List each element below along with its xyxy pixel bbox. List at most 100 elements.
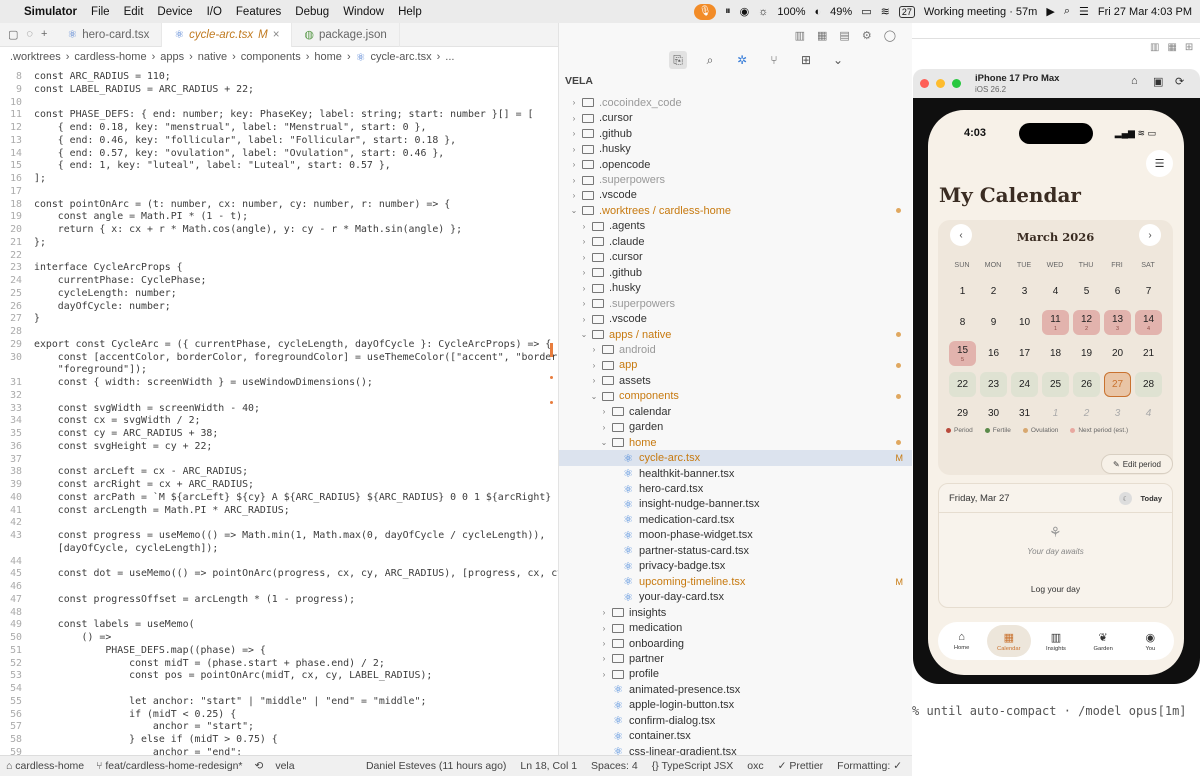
explorer-root[interactable]: VELA (565, 75, 593, 87)
tree-folder[interactable]: ⌄ components (559, 389, 913, 405)
split-icon[interactable]: ▥ (1150, 42, 1159, 53)
crumb[interactable]: .worktrees (10, 51, 61, 63)
chevron-right-icon[interactable]: › (579, 284, 589, 293)
code-line[interactable]: 47 const progressOffset = arcLength * (1… (0, 593, 355, 606)
new-tab-icon[interactable]: + (41, 28, 47, 41)
calendar-day[interactable]: 3 (1011, 279, 1038, 304)
code-line[interactable]: 33 const svgWidth = screenWidth - 40; (0, 402, 260, 415)
chevron-down-icon[interactable]: ⌄ (579, 330, 589, 339)
tree-folder[interactable]: › medication (559, 620, 913, 636)
files-icon[interactable]: ⎘ (669, 51, 687, 69)
chevron-down-icon[interactable]: ⌄ (599, 438, 609, 447)
chevron-right-icon[interactable]: › (569, 114, 579, 123)
tree-file[interactable]: ⚛ animated-presence.tsx (559, 682, 913, 698)
code-line[interactable]: [dayOfCycle, cycleLength]); (0, 542, 219, 555)
menu-window[interactable]: Window (343, 6, 384, 18)
calendar-day[interactable]: 15 5 (949, 341, 976, 366)
chevron-right-icon[interactable]: › (569, 191, 579, 200)
grid-icon[interactable]: ⊞ (1185, 42, 1193, 53)
calendar-day[interactable]: 13 3 (1104, 310, 1131, 335)
battery-percent[interactable]: 100% (777, 6, 805, 18)
repo-status[interactable]: vela (275, 760, 294, 772)
code-line[interactable]: "foreground"]); (0, 363, 147, 376)
tree-folder[interactable]: › .husky (559, 280, 913, 296)
code-line[interactable]: 48 (0, 606, 34, 619)
tree-folder[interactable]: › android (559, 342, 913, 358)
oxc-status[interactable]: oxc (747, 760, 763, 772)
calendar-day[interactable]: 2 (1073, 401, 1100, 426)
code-line[interactable]: 50 () => (0, 631, 111, 644)
panel-icon[interactable]: ▦ (1167, 42, 1176, 53)
code-line[interactable]: 29 export const CycleArc = ({ currentPhas… (0, 338, 551, 351)
indent-status[interactable]: Spaces: 4 (591, 760, 638, 772)
calendar-day[interactable]: 16 (980, 341, 1007, 366)
menu-edit[interactable]: Edit (124, 6, 144, 18)
calendar-day[interactable]: 12 2 (1073, 310, 1100, 335)
code-line[interactable]: 12 { end: 0.18, key: "menstrual", label:… (0, 121, 426, 134)
chevron-down-icon[interactable]: ⌄ (569, 206, 579, 215)
tree-folder[interactable]: › garden (559, 419, 913, 435)
chevron-right-icon[interactable]: › (569, 129, 579, 138)
code-line[interactable]: 41 const arcLength = Math.PI * ARC_RADIU… (0, 504, 290, 517)
layout-icon[interactable]: ▥ (795, 29, 805, 42)
tree-folder[interactable]: › .vscode (559, 311, 913, 327)
menu-device[interactable]: Device (157, 6, 192, 18)
code-line[interactable]: 46 (0, 580, 34, 593)
code-line[interactable]: 36 const svgHeight = cy + 22; (0, 440, 212, 453)
calendar-day[interactable]: 23 (980, 372, 1007, 397)
tab-you[interactable]: ◉ You (1128, 625, 1172, 657)
menu-debug[interactable]: Debug (295, 6, 329, 18)
menu-button[interactable]: ☰ (1146, 150, 1173, 177)
play-icon[interactable]: ▶ (1046, 5, 1054, 18)
calendar-day[interactable]: 2 (980, 279, 1007, 304)
code-line[interactable]: 34 const cx = svgWidth / 2; (0, 414, 200, 427)
code-line[interactable]: 18 const pointOnArc = (t: number, cx: num… (0, 198, 450, 211)
chevron-right-icon[interactable]: › (579, 315, 589, 324)
tab-package-json[interactable]: ◍ package.json (292, 22, 400, 47)
code-line[interactable]: 53 const pos = pointOnArc(midT, cx, cy, … (0, 669, 432, 682)
tab-cycle-arc[interactable]: ⚛ cycle-arc.tsx M × (162, 22, 293, 47)
split-icon[interactable]: ▦ (817, 29, 827, 42)
chevron-right-icon[interactable]: › (569, 160, 579, 169)
code-line[interactable]: 37 (0, 453, 34, 466)
tree-file[interactable]: ⚛ insight-nudge-banner.tsx (559, 497, 913, 513)
zoom-window-button[interactable] (952, 79, 961, 88)
crumb[interactable]: home (314, 51, 342, 63)
calendar-day[interactable]: 21 (1135, 341, 1162, 366)
tree-folder[interactable]: › .github (559, 126, 913, 142)
account-icon[interactable]: ◯ (884, 29, 896, 42)
microphone-icon[interactable]: 🎙 (694, 3, 717, 20)
code-line[interactable]: 11 const PHASE_DEFS: { end: number; key: … (0, 108, 533, 121)
meeting-text[interactable]: Working meeting · 57m (924, 6, 1038, 18)
calendar-day[interactable]: 14 4 (1135, 310, 1162, 335)
code-line[interactable]: 31 const { width: screenWidth } = useWin… (0, 376, 373, 389)
tree-folder[interactable]: › .superpowers (559, 172, 913, 188)
log-day-button[interactable]: Log your day (939, 584, 1172, 594)
crumb[interactable]: native (198, 51, 227, 63)
code-line[interactable]: 17 (0, 185, 34, 198)
code-line[interactable]: 58 } else if (midT > 0.75) { (0, 733, 278, 746)
code-line[interactable]: 49 const labels = useMemo( (0, 618, 194, 631)
crumb[interactable]: components (241, 51, 301, 63)
menu-file[interactable]: File (91, 6, 110, 18)
code-line[interactable]: 26 dayOfCycle: number; (0, 300, 171, 313)
tree-folder[interactable]: › .cocoindex_code (559, 95, 913, 111)
tree-file[interactable]: ⚛ apple-login-button.tsx (559, 698, 913, 714)
menu-help[interactable]: Help (398, 6, 422, 18)
code-line[interactable]: 59 anchor = "end"; (0, 746, 242, 755)
calendar-day[interactable]: 25 (1042, 372, 1069, 397)
tree-file[interactable]: ⚛ medication-card.tsx (559, 512, 913, 528)
pause-icon[interactable]: ⏸ (725, 5, 731, 18)
chevron-right-icon[interactable]: › (579, 237, 589, 246)
code-line[interactable]: 15 { end: 1, key: "luteal", label: "Lute… (0, 159, 391, 172)
source-control-icon[interactable]: ⑂ (765, 51, 783, 69)
code-line[interactable]: 55 let anchor: "start" | "middle" | "end… (0, 695, 426, 708)
code-line[interactable]: 43 const progress = useMemo(() => Math.m… (0, 529, 545, 542)
tree-folder[interactable]: › .superpowers (559, 296, 913, 312)
chevron-right-icon[interactable]: › (589, 345, 599, 354)
chevron-right-icon[interactable]: › (599, 639, 609, 648)
prettier-status[interactable]: ✓ Prettier (778, 760, 824, 772)
code-line[interactable]: 28 (0, 325, 34, 338)
code-line[interactable]: 13 { end: 0.46, key: "follicular", label… (0, 134, 456, 147)
code-line[interactable]: 23 interface CycleArcProps { (0, 261, 183, 274)
